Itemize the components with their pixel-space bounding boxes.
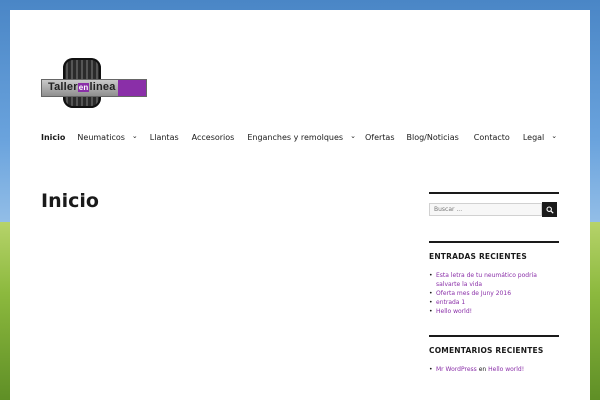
nav-item-label: Neumaticos: [77, 132, 125, 142]
nav-item-label: Legal: [522, 132, 545, 142]
site-logo[interactable]: Tallerenlinea: [41, 57, 147, 113]
page-title: Inicio: [41, 190, 99, 212]
list-item: • entrada 1: [429, 299, 559, 308]
bullet: •: [429, 298, 433, 306]
nav-item-label: Enganches y remolques: [247, 132, 344, 142]
sidebar: ENTRADAS RECIENTES •Esta letra de tu neu…: [429, 192, 559, 375]
logo-text-part1: Taller: [48, 81, 78, 93]
widget-title: ENTRADAS RECIENTES: [429, 252, 527, 261]
bullet: •: [429, 366, 433, 373]
chevron-down-icon[interactable]: ⌄: [350, 132, 356, 140]
nav-item-accesorios[interactable]: Accesorios: [192, 133, 235, 142]
list-item: • Mr WordPress en Hello world!: [429, 366, 559, 375]
nav-item-label: Blog/Noticias: [406, 132, 459, 142]
list-item: • Oferta mes de Juny 2016: [429, 290, 559, 299]
nav-item-label: Llantas: [149, 132, 179, 142]
nav-item-blog[interactable]: Blog/Noticias: [406, 133, 458, 142]
divider: [429, 241, 559, 243]
comment-author-link[interactable]: Mr WordPress: [436, 366, 477, 373]
nav-item-contacto[interactable]: Contacto: [474, 133, 510, 142]
logo-text-part2: en: [77, 83, 90, 92]
bullet: •: [429, 289, 433, 297]
page-container: Tallerenlinea Inicio Neumaticos ⌄ Llanta…: [10, 10, 590, 400]
nav-item-inicio[interactable]: Inicio: [41, 133, 65, 142]
chevron-down-icon[interactable]: ⌄: [551, 132, 557, 140]
search-icon: [545, 205, 554, 214]
nav-item-llantas[interactable]: Llantas: [150, 133, 179, 142]
nav-item-label: Accesorios: [191, 132, 235, 142]
comment-connector: en: [478, 366, 487, 373]
logo-text-part3: linea: [89, 81, 116, 93]
nav-item-label: Contacto: [473, 132, 510, 142]
search-form: [429, 202, 559, 217]
recent-comments-list: • Mr WordPress en Hello world!: [429, 366, 559, 375]
widget-title: COMENTARIOS RECIENTES: [429, 346, 544, 355]
bullet: •: [429, 307, 433, 315]
divider: [429, 192, 559, 194]
logo-band: Tallerenlinea: [41, 79, 147, 97]
bullet: •: [429, 272, 433, 279]
logo-text: Tallerenlinea: [48, 81, 116, 93]
post-link[interactable]: entrada 1: [436, 299, 465, 306]
list-item: • Hello world!: [429, 308, 559, 317]
nav-item-enganches[interactable]: Enganches y remolques ⌄: [247, 132, 356, 142]
nav-item-label: Inicio: [41, 132, 66, 142]
logo-accent: [118, 80, 146, 96]
search-button[interactable]: [542, 202, 557, 217]
main-nav: Inicio Neumaticos ⌄ Llantas Accesorios E…: [41, 130, 557, 144]
nav-item-ofertas[interactable]: Ofertas: [365, 133, 395, 142]
post-link[interactable]: Hello world!: [436, 308, 472, 315]
comment-post-link[interactable]: Hello world!: [488, 366, 524, 373]
recent-comments-widget: COMENTARIOS RECIENTES • Mr WordPress en H…: [429, 335, 559, 375]
post-link[interactable]: Oferta mes de Juny 2016: [436, 290, 511, 297]
search-input[interactable]: [429, 203, 542, 216]
recent-posts-widget: ENTRADAS RECIENTES • Esta letra de tu neu…: [429, 241, 559, 316]
post-link[interactable]: Esta letra de tu neumático podría salvar…: [436, 272, 537, 288]
nav-item-legal[interactable]: Legal ⌄: [522, 132, 557, 142]
nav-item-label: Ofertas: [364, 132, 395, 142]
nav-item-neumaticos[interactable]: Neumaticos ⌄: [77, 132, 138, 142]
list-item: • Esta letra de tu neumático podría salva…: [429, 272, 559, 289]
recent-posts-list: • Esta letra de tu neumático podría salva…: [429, 272, 559, 316]
divider: [429, 335, 559, 337]
chevron-down-icon[interactable]: ⌄: [132, 132, 138, 140]
